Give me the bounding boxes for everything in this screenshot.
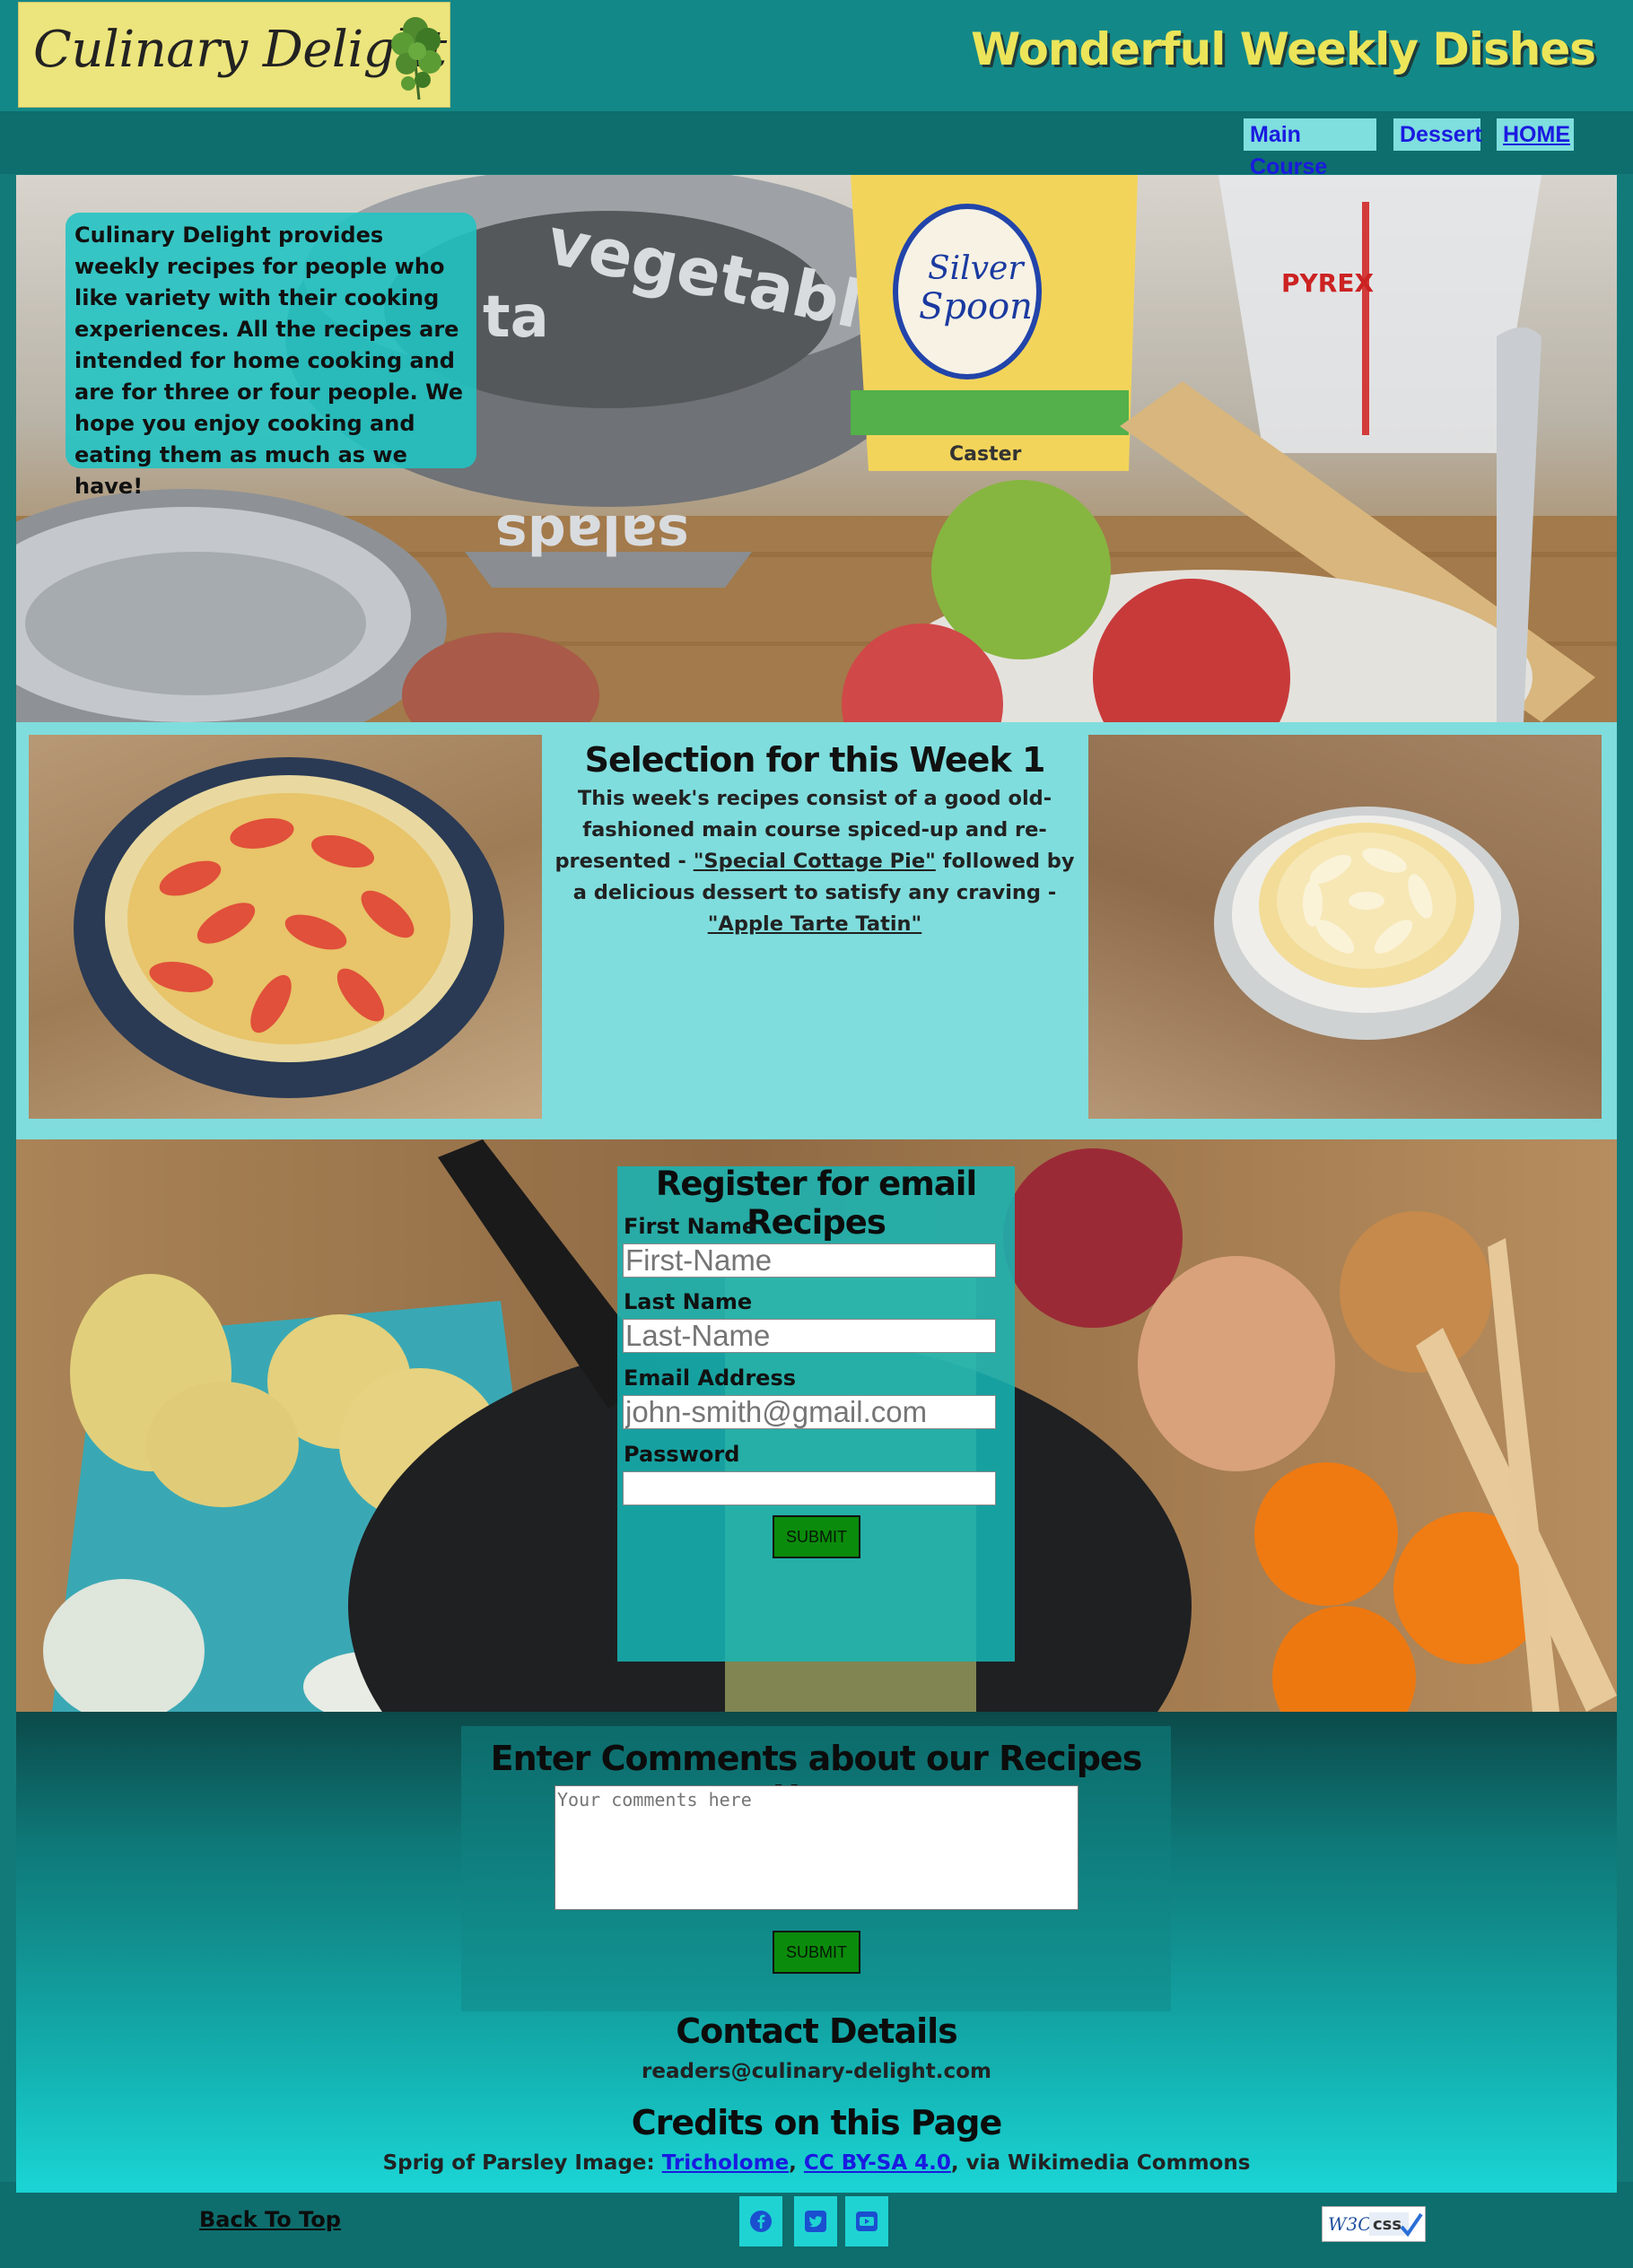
credits-prefix: Sprig of Parsley Image: (382, 2151, 662, 2175)
back-to-top-link[interactable]: Back To Top (199, 2207, 341, 2232)
badge-css-text: css (1373, 2215, 1402, 2234)
footer-accent-strip (16, 2182, 1617, 2193)
intro-text-box: Culinary Delight provides weekly recipes… (65, 213, 476, 499)
colander-text-bottom: salads (495, 502, 689, 565)
weekly-selection-section: Selection for this Week 1 This week's re… (16, 722, 1617, 1139)
tarte-tatin-illustration (1214, 807, 1519, 1040)
hero-image-kitchen: vegetables salads ta Silver Spoon Caster… (16, 175, 1617, 722)
password-input[interactable] (623, 1471, 996, 1505)
facebook-link[interactable] (739, 2196, 782, 2246)
w3c-css-badge[interactable]: W3C css (1322, 2206, 1426, 2242)
logo-text: Culinary Delight (33, 21, 447, 79)
w3c-css-validator-icon: W3C css (1323, 2207, 1425, 2241)
selection-title: Selection for this Week 1 (584, 740, 1046, 780)
last-name-input[interactable] (623, 1319, 996, 1353)
bag-brand-line1: Silver (928, 250, 1025, 287)
bag-brand-line2: Spoon (919, 286, 1033, 327)
site-title: Wonderful Weekly Dishes (971, 23, 1596, 75)
link-apple-tarte-tatin[interactable]: "Apple Tarte Tatin" (708, 912, 922, 936)
email-input[interactable] (623, 1395, 996, 1429)
apple-tarte-tatin-photo (1088, 735, 1602, 1119)
jug-brand-text: PYREX (1281, 268, 1374, 298)
credit-author-link[interactable]: Tricholome (662, 2151, 789, 2175)
parsley-sprig-icon (391, 17, 441, 100)
last-name-label: Last Name (624, 1289, 753, 1314)
comments-submit-button[interactable]: SUBMIT (773, 1931, 860, 1974)
twitter-link[interactable] (794, 2196, 837, 2246)
twitter-icon (805, 2211, 826, 2232)
youtube-link[interactable] (845, 2196, 888, 2246)
credits-suffix: , via Wikimedia Commons (950, 2151, 1251, 2175)
email-label: Email Address (624, 1365, 797, 1391)
colander-text-side: ta (483, 284, 549, 351)
selection-description: This week's recipes consist of a good ol… (555, 783, 1075, 940)
bag-caster-text: Caster (949, 443, 1022, 466)
facebook-icon (750, 2211, 772, 2232)
cottage-pie-photo (29, 735, 542, 1119)
credits-title: Credits on this Page (631, 2103, 1003, 2142)
nav-dessert[interactable]: Dessert (1393, 118, 1482, 151)
badge-w3c-text: W3C (1328, 2213, 1372, 2235)
register-submit-button[interactable]: SUBMIT (773, 1515, 860, 1558)
credits-line: Sprig of Parsley Image: Tricholome, CC B… (16, 2151, 1617, 2175)
contact-email: readers@culinary-delight.com (642, 2060, 991, 2083)
credit-license-link[interactable]: CC BY-SA 4.0 (804, 2151, 951, 2175)
cottage-pie-illustration (74, 757, 504, 1098)
first-name-input[interactable] (623, 1243, 996, 1278)
password-label: Password (624, 1442, 740, 1467)
contact-title: Contact Details (676, 2011, 958, 2051)
nav-home[interactable]: HOME (1497, 118, 1574, 151)
site-logo[interactable]: Culinary Delight (18, 2, 450, 108)
youtube-icon (856, 2211, 878, 2231)
first-name-label: First Name (624, 1214, 757, 1239)
nav-bar (0, 111, 1633, 174)
comments-textarea[interactable] (555, 1785, 1078, 1910)
nav-main-course[interactable]: Main Course (1244, 118, 1376, 179)
link-special-cottage-pie[interactable]: "Special Cottage Pie" (694, 850, 936, 873)
credits-separator: , (789, 2151, 804, 2175)
